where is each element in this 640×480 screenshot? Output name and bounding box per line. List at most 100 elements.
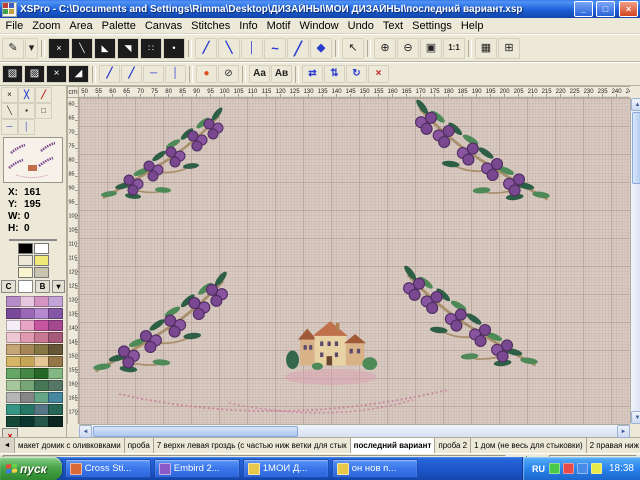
language-indicator[interactable]: RU bbox=[532, 464, 545, 474]
vertical-scrollbar[interactable]: ▲ ▼ bbox=[630, 98, 640, 424]
b-button[interactable]: B bbox=[35, 280, 50, 293]
palette-color-swatch[interactable] bbox=[48, 332, 63, 343]
sheet-tab[interactable]: 1 дом (не весь для стыковки) bbox=[471, 438, 587, 453]
tab-scroll-left-icon[interactable]: ◄ bbox=[0, 438, 15, 453]
mini-color-swatch[interactable] bbox=[18, 267, 33, 278]
zoom-in-icon[interactable]: ⊕ bbox=[374, 38, 396, 59]
sheet-tab[interactable]: макет домик с оливковками bbox=[15, 438, 125, 453]
menu-area[interactable]: Area bbox=[65, 20, 97, 32]
lp-horizontal-icon[interactable]: ─ bbox=[1, 119, 18, 135]
taskbar-task-button[interactable]: 1МОИ Д... bbox=[243, 459, 329, 478]
erase-icon[interactable]: × bbox=[368, 65, 389, 83]
close-button[interactable]: × bbox=[619, 1, 638, 17]
scroll-right-icon[interactable]: ► bbox=[617, 425, 630, 438]
font-latin-icon[interactable]: Aa bbox=[249, 65, 270, 83]
palette-color-swatch[interactable] bbox=[6, 308, 21, 319]
palette-color-swatch[interactable] bbox=[20, 416, 35, 427]
tray-app-yellow-icon[interactable] bbox=[591, 463, 602, 474]
palette-color-swatch[interactable] bbox=[48, 368, 63, 379]
backstitch-curve-icon[interactable]: ~ bbox=[264, 38, 286, 59]
palette-color-swatch[interactable] bbox=[34, 296, 49, 307]
vertical-scroll-thumb[interactable] bbox=[632, 112, 640, 184]
palette-color-swatch[interactable] bbox=[20, 296, 35, 307]
palette-color-swatch[interactable] bbox=[6, 416, 21, 427]
menu-stitches[interactable]: Stitches bbox=[187, 20, 235, 32]
mini-color-swatch[interactable] bbox=[34, 255, 49, 266]
quarter-stitch-icon[interactable]: ◣ bbox=[94, 38, 116, 59]
tray-app-green-icon[interactable] bbox=[549, 463, 560, 474]
palette-color-swatch[interactable] bbox=[34, 320, 49, 331]
palette-color-swatch[interactable] bbox=[34, 356, 49, 367]
tray-app-red-icon[interactable] bbox=[563, 463, 574, 474]
mini-color-swatch[interactable] bbox=[34, 243, 49, 254]
palette-color-swatch[interactable] bbox=[48, 296, 63, 307]
thick-line-icon[interactable]: ╱ bbox=[121, 65, 142, 83]
lp-diagonal-icon[interactable]: ╱ bbox=[35, 87, 52, 103]
scroll-down-icon[interactable]: ▼ bbox=[631, 411, 640, 424]
sheet-tab[interactable]: последний вариант bbox=[351, 438, 436, 453]
palette-color-swatch[interactable] bbox=[20, 380, 35, 391]
palette-color-swatch[interactable] bbox=[34, 368, 49, 379]
menu-help[interactable]: Help bbox=[456, 20, 488, 32]
current-color-swatch[interactable] bbox=[9, 239, 57, 241]
grid-toggle-icon[interactable]: ▦ bbox=[475, 38, 497, 59]
horizontal-line-icon[interactable]: ─ bbox=[143, 65, 164, 83]
start-button[interactable]: пуск bbox=[0, 457, 62, 480]
lp-vertical-icon[interactable]: │ bbox=[18, 119, 35, 135]
palette-dropdown-icon[interactable]: ▾ bbox=[52, 280, 65, 293]
palette-color-swatch[interactable] bbox=[48, 380, 63, 391]
menu-motif[interactable]: Motif bbox=[262, 20, 295, 32]
lp-double-cross-icon[interactable]: ╳ bbox=[18, 87, 35, 103]
palette-color-swatch[interactable] bbox=[48, 344, 63, 355]
menu-info[interactable]: Info bbox=[235, 20, 262, 32]
petite-stitch-icon[interactable]: ∷ bbox=[140, 38, 162, 59]
menu-palette[interactable]: Palette bbox=[97, 20, 140, 32]
minimize-button[interactable]: _ bbox=[574, 1, 593, 17]
lp-diagonal2-icon[interactable]: ╲ bbox=[1, 103, 18, 119]
menu-file[interactable]: File bbox=[1, 20, 28, 32]
palette-color-swatch[interactable] bbox=[34, 392, 49, 403]
taskbar-task-button[interactable]: Cross Sti... bbox=[65, 459, 151, 478]
palette-color-swatch[interactable] bbox=[20, 356, 35, 367]
menu-text[interactable]: Text bbox=[378, 20, 407, 32]
palette-color-swatch[interactable] bbox=[48, 392, 63, 403]
palette-color-swatch[interactable] bbox=[34, 404, 49, 415]
taskbar-task-button[interactable]: он нов п... bbox=[332, 459, 418, 478]
close-palette-button[interactable]: × bbox=[2, 428, 18, 437]
horizontal-scrollbar[interactable]: ◄ ► bbox=[79, 424, 630, 437]
palette-color-swatch[interactable] bbox=[20, 404, 35, 415]
taskbar-task-button[interactable]: Embird 2... bbox=[154, 459, 240, 478]
titlebar[interactable]: XSPro - C:\Documents and Settings\Rimma\… bbox=[0, 0, 640, 18]
full-stitch-icon[interactable]: × bbox=[48, 38, 70, 59]
backstitch-diag2-icon[interactable]: ╲ bbox=[218, 38, 240, 59]
no-color-icon[interactable]: ⊘ bbox=[218, 65, 239, 83]
tray-app-blue-icon[interactable] bbox=[577, 463, 588, 474]
half-view-icon[interactable]: ◢ bbox=[68, 65, 89, 83]
palette-color-swatch[interactable] bbox=[20, 332, 35, 343]
palette-color-swatch[interactable] bbox=[48, 320, 63, 331]
scroll-left-icon[interactable]: ◄ bbox=[79, 425, 92, 438]
bead-icon[interactable]: ◆ bbox=[310, 38, 332, 59]
sheet-tab[interactable]: проба 2 bbox=[435, 438, 471, 453]
backstitch-diag-icon[interactable]: ╱ bbox=[195, 38, 217, 59]
palette-color-swatch[interactable] bbox=[6, 380, 21, 391]
stitch-canvas[interactable] bbox=[79, 98, 630, 424]
menu-zoom[interactable]: Zoom bbox=[28, 20, 65, 32]
c-button[interactable]: C bbox=[1, 280, 16, 293]
palette-color-swatch[interactable] bbox=[20, 308, 35, 319]
mini-color-swatch[interactable] bbox=[18, 243, 33, 254]
horizontal-scroll-thumb[interactable] bbox=[93, 426, 298, 437]
three-quarter-stitch-icon[interactable]: ◥ bbox=[117, 38, 139, 59]
menu-canvas[interactable]: Canvas bbox=[140, 20, 186, 32]
menu-window[interactable]: Window bbox=[295, 20, 343, 32]
color-slot[interactable] bbox=[18, 280, 33, 293]
sheet-tab[interactable]: 7 верхн левая гроздь (с частью ниж ветки… bbox=[154, 438, 351, 453]
palette-color-swatch[interactable] bbox=[20, 368, 35, 379]
palette-color-swatch[interactable] bbox=[6, 320, 21, 331]
palette-color-swatch[interactable] bbox=[6, 344, 21, 355]
lp-outline-icon[interactable]: □ bbox=[35, 103, 52, 119]
palette-color-swatch[interactable] bbox=[20, 320, 35, 331]
vertical-line-icon[interactable]: │ bbox=[165, 65, 186, 83]
palette-color-swatch[interactable] bbox=[48, 356, 63, 367]
palette-color-swatch[interactable] bbox=[6, 368, 21, 379]
